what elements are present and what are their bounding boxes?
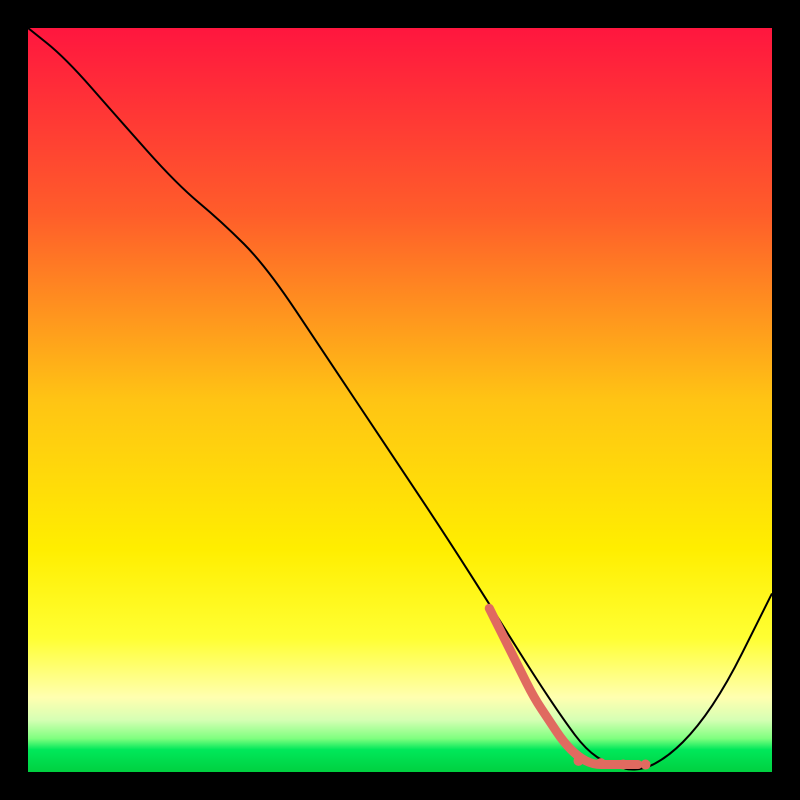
chart-frame: TheBottleneck.com xyxy=(28,28,772,772)
bottleneck-chart xyxy=(28,28,772,772)
gradient-background xyxy=(28,28,772,772)
